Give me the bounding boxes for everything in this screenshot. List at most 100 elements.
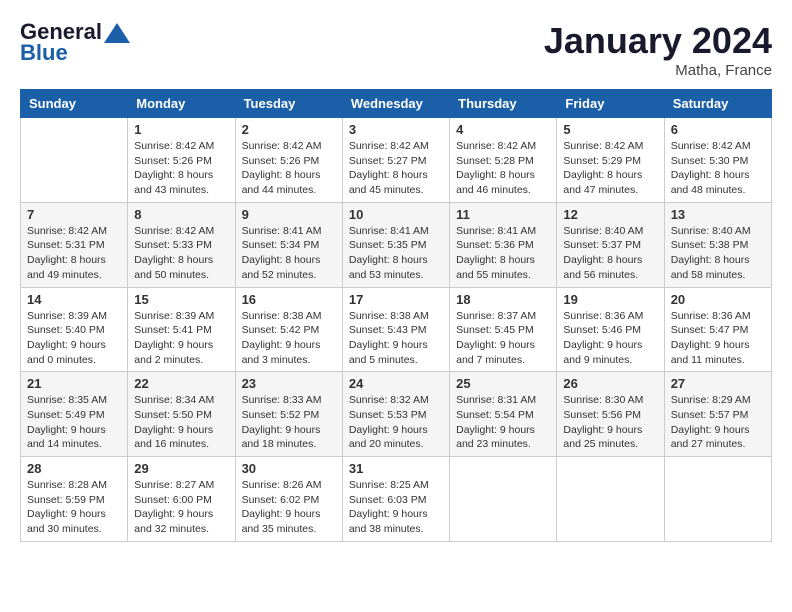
calendar-cell — [21, 118, 128, 203]
calendar-cell: 27 Sunrise: 8:29 AM Sunset: 5:57 PM Dayli… — [664, 372, 771, 457]
day-content: Sunrise: 8:36 AM Sunset: 5:47 PM Dayligh… — [671, 309, 765, 368]
calendar-cell: 6Sunrise: 8:42 AM Sunset: 5:30 PM Daylig… — [664, 118, 771, 203]
calendar-cell: 17Sunrise: 8:38 AM Sunset: 5:43 PM Dayli… — [342, 287, 449, 372]
day-number: 13 — [671, 207, 765, 222]
calendar-cell: 29Sunrise: 8:27 AM Sunset: 6:00 PM Dayli… — [128, 457, 235, 542]
day-number: 23 — [242, 376, 336, 391]
day-content: Sunrise: 8:42 AM Sunset: 5:29 PM Dayligh… — [563, 139, 657, 198]
day-number: 27 — [671, 376, 765, 391]
day-number: 26 — [563, 376, 657, 391]
calendar-cell: 26 Sunrise: 8:30 AM Sunset: 5:56 PM Dayli… — [557, 372, 664, 457]
column-header-monday: Monday — [128, 90, 235, 118]
day-number: 17 — [349, 292, 443, 307]
day-number: 5 — [563, 122, 657, 137]
calendar-cell: 8 Sunrise: 8:42 AM Sunset: 5:33 PM Daylig… — [128, 202, 235, 287]
day-content: Sunrise: 8:42 AM Sunset: 5:31 PM Dayligh… — [27, 224, 121, 283]
calendar-cell: 4 Sunrise: 8:42 AM Sunset: 5:28 PM Daylig… — [450, 118, 557, 203]
day-content: Sunrise: 8:41 AM Sunset: 5:34 PM Dayligh… — [242, 224, 336, 283]
calendar-cell: 19 Sunrise: 8:36 AM Sunset: 5:46 PM Dayli… — [557, 287, 664, 372]
calendar-cell: 18 Sunrise: 8:37 AM Sunset: 5:45 PM Dayli… — [450, 287, 557, 372]
calendar-cell: 24Sunrise: 8:32 AM Sunset: 5:53 PM Dayli… — [342, 372, 449, 457]
day-content: Sunrise: 8:36 AM Sunset: 5:46 PM Dayligh… — [563, 309, 657, 368]
week-row-3: 14 Sunrise: 8:39 AM Sunset: 5:40 PM Dayli… — [21, 287, 772, 372]
column-header-wednesday: Wednesday — [342, 90, 449, 118]
day-number: 4 — [456, 122, 550, 137]
day-content: Sunrise: 8:42 AM Sunset: 5:28 PM Dayligh… — [456, 139, 550, 198]
calendar-cell: 9 Sunrise: 8:41 AM Sunset: 5:34 PM Daylig… — [235, 202, 342, 287]
day-content: Sunrise: 8:25 AM Sunset: 6:03 PM Dayligh… — [349, 478, 443, 537]
calendar-cell — [664, 457, 771, 542]
calendar-cell: 3 Sunrise: 8:42 AM Sunset: 5:27 PM Daylig… — [342, 118, 449, 203]
day-content: Sunrise: 8:35 AM Sunset: 5:49 PM Dayligh… — [27, 393, 121, 452]
day-number: 2 — [242, 122, 336, 137]
calendar-cell — [450, 457, 557, 542]
column-header-tuesday: Tuesday — [235, 90, 342, 118]
day-number: 31 — [349, 461, 443, 476]
column-header-friday: Friday — [557, 90, 664, 118]
day-content: Sunrise: 8:28 AM Sunset: 5:59 PM Dayligh… — [27, 478, 121, 537]
calendar-cell: 23 Sunrise: 8:33 AM Sunset: 5:52 PM Dayli… — [235, 372, 342, 457]
day-number: 28 — [27, 461, 121, 476]
day-number: 24 — [349, 376, 443, 391]
calendar-cell: 10 Sunrise: 8:41 AM Sunset: 5:35 PM Dayli… — [342, 202, 449, 287]
day-content: Sunrise: 8:42 AM Sunset: 5:26 PM Dayligh… — [134, 139, 228, 198]
day-number: 15 — [134, 292, 228, 307]
day-number: 1 — [134, 122, 228, 137]
column-header-sunday: Sunday — [21, 90, 128, 118]
day-number: 16 — [242, 292, 336, 307]
calendar-cell: 12Sunrise: 8:40 AM Sunset: 5:37 PM Dayli… — [557, 202, 664, 287]
page-header: General Blue January 2024 Matha, France — [20, 20, 772, 79]
calendar-cell: 30 Sunrise: 8:26 AM Sunset: 6:02 PM Dayli… — [235, 457, 342, 542]
calendar-cell: 28 Sunrise: 8:28 AM Sunset: 5:59 PM Dayli… — [21, 457, 128, 542]
day-number: 11 — [456, 207, 550, 222]
calendar-cell: 7Sunrise: 8:42 AM Sunset: 5:31 PM Daylig… — [21, 202, 128, 287]
day-content: Sunrise: 8:39 AM Sunset: 5:40 PM Dayligh… — [27, 309, 121, 368]
day-content: Sunrise: 8:41 AM Sunset: 5:35 PM Dayligh… — [349, 224, 443, 283]
calendar-cell: 13 Sunrise: 8:40 AM Sunset: 5:38 PM Dayli… — [664, 202, 771, 287]
calendar-cell: 16Sunrise: 8:38 AM Sunset: 5:42 PM Dayli… — [235, 287, 342, 372]
day-content: Sunrise: 8:42 AM Sunset: 5:27 PM Dayligh… — [349, 139, 443, 198]
day-number: 9 — [242, 207, 336, 222]
day-content: Sunrise: 8:29 AM Sunset: 5:57 PM Dayligh… — [671, 393, 765, 452]
day-number: 30 — [242, 461, 336, 476]
week-row-5: 28 Sunrise: 8:28 AM Sunset: 5:59 PM Dayli… — [21, 457, 772, 542]
day-content: Sunrise: 8:34 AM Sunset: 5:50 PM Dayligh… — [134, 393, 228, 452]
calendar-cell: 15 Sunrise: 8:39 AM Sunset: 5:41 PM Dayli… — [128, 287, 235, 372]
day-content: Sunrise: 8:40 AM Sunset: 5:38 PM Dayligh… — [671, 224, 765, 283]
month-title: January 2024 — [544, 20, 772, 62]
calendar-cell: 22Sunrise: 8:34 AM Sunset: 5:50 PM Dayli… — [128, 372, 235, 457]
day-number: 20 — [671, 292, 765, 307]
day-content: Sunrise: 8:42 AM Sunset: 5:26 PM Dayligh… — [242, 139, 336, 198]
day-number: 21 — [27, 376, 121, 391]
location: Matha, France — [544, 62, 772, 79]
day-content: Sunrise: 8:39 AM Sunset: 5:41 PM Dayligh… — [134, 309, 228, 368]
day-content: Sunrise: 8:30 AM Sunset: 5:56 PM Dayligh… — [563, 393, 657, 452]
calendar-header-row: SundayMondayTuesdayWednesdayThursdayFrid… — [21, 90, 772, 118]
day-number: 8 — [134, 207, 228, 222]
calendar-cell: 25 Sunrise: 8:31 AM Sunset: 5:54 PM Dayli… — [450, 372, 557, 457]
calendar-cell: 5 Sunrise: 8:42 AM Sunset: 5:29 PM Daylig… — [557, 118, 664, 203]
title-section: January 2024 Matha, France — [544, 20, 772, 79]
day-number: 14 — [27, 292, 121, 307]
week-row-2: 7Sunrise: 8:42 AM Sunset: 5:31 PM Daylig… — [21, 202, 772, 287]
day-content: Sunrise: 8:33 AM Sunset: 5:52 PM Dayligh… — [242, 393, 336, 452]
calendar-cell: 14 Sunrise: 8:39 AM Sunset: 5:40 PM Dayli… — [21, 287, 128, 372]
day-content: Sunrise: 8:26 AM Sunset: 6:02 PM Dayligh… — [242, 478, 336, 537]
day-content: Sunrise: 8:42 AM Sunset: 5:30 PM Dayligh… — [671, 139, 765, 198]
week-row-1: 1 Sunrise: 8:42 AM Sunset: 5:26 PM Daylig… — [21, 118, 772, 203]
day-number: 3 — [349, 122, 443, 137]
calendar-body: 1 Sunrise: 8:42 AM Sunset: 5:26 PM Daylig… — [21, 118, 772, 542]
calendar-table: SundayMondayTuesdayWednesdayThursdayFrid… — [20, 89, 772, 542]
day-number: 18 — [456, 292, 550, 307]
day-content: Sunrise: 8:40 AM Sunset: 5:37 PM Dayligh… — [563, 224, 657, 283]
day-number: 19 — [563, 292, 657, 307]
logo-icon — [104, 23, 130, 43]
day-content: Sunrise: 8:31 AM Sunset: 5:54 PM Dayligh… — [456, 393, 550, 452]
day-content: Sunrise: 8:42 AM Sunset: 5:33 PM Dayligh… — [134, 224, 228, 283]
day-number: 25 — [456, 376, 550, 391]
day-content: Sunrise: 8:37 AM Sunset: 5:45 PM Dayligh… — [456, 309, 550, 368]
day-number: 10 — [349, 207, 443, 222]
calendar-cell — [557, 457, 664, 542]
logo: General Blue — [20, 20, 130, 66]
calendar-cell: 21 Sunrise: 8:35 AM Sunset: 5:49 PM Dayli… — [21, 372, 128, 457]
